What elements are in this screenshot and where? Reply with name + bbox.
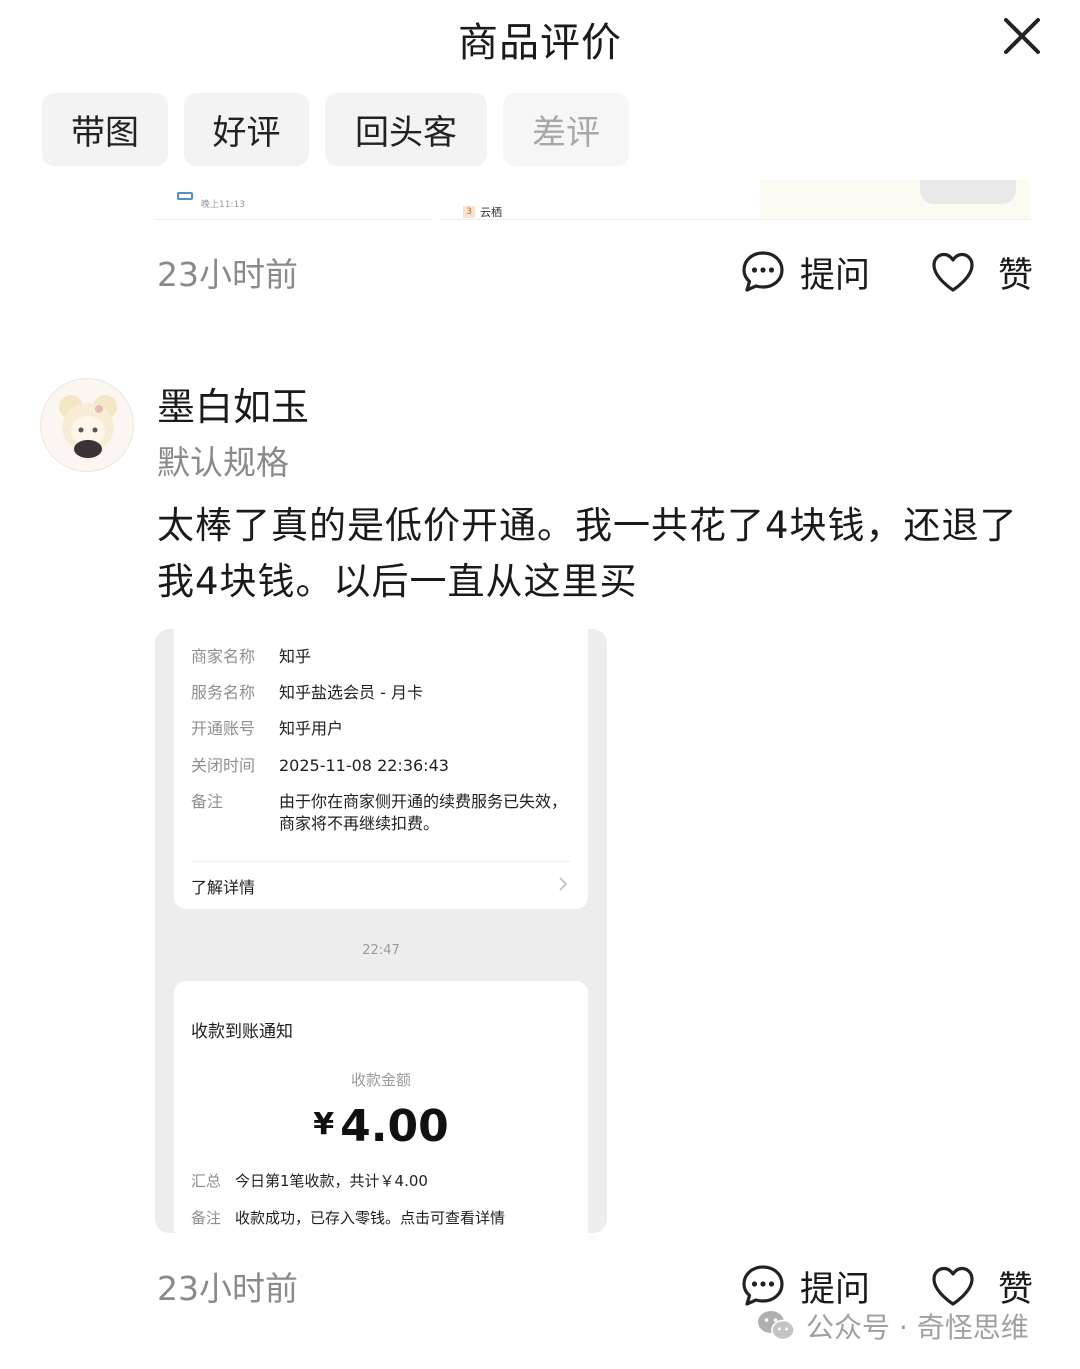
filter-chip-group: 带图 好评 回头客 差评 <box>42 93 629 166</box>
ask-label: 提问 <box>800 1269 871 1310</box>
review-time: 23小时前 <box>157 1269 298 1308</box>
info-key: 关闭时间 <box>191 756 256 775</box>
info-key: 汇总 <box>191 1172 222 1190</box>
ask-label: 提问 <box>800 255 871 296</box>
filter-chip-negative[interactable]: 差评 <box>503 93 629 166</box>
review-image[interactable]: 商家名称 知乎 服务名称 知乎盐选会员 - 月卡 开通账号 知乎用户 关闭时间 … <box>155 629 607 1233</box>
strip-text: 云栖 <box>480 206 502 219</box>
strip-text: 晚上11:13 <box>201 200 245 210</box>
info-value: 今日第1笔收款，共计￥4.00 <box>235 1172 428 1190</box>
question-bubble-icon <box>742 1265 784 1306</box>
wechat-icon <box>758 1311 795 1341</box>
page-title: 商品评价 <box>458 20 622 66</box>
watermark-text: 公众号 · 奇怪思维 <box>806 1311 1029 1344</box>
amount-label: 收款金额 <box>350 1071 411 1089</box>
divider <box>191 861 571 862</box>
message-timestamp: 22:47 <box>362 943 400 958</box>
info-value: 知乎用户 <box>279 719 344 738</box>
review-time: 23小时前 <box>157 255 298 294</box>
info-value: 收款成功，已存入零钱。点击可查看详情 <box>235 1209 506 1227</box>
payment-received-card: 收款到账通知 收款金额 ¥4.00 汇总 今日第1笔收款，共计￥4.00 备注 … <box>174 981 588 1233</box>
avatar[interactable] <box>40 378 134 472</box>
like-label: 赞 <box>998 1269 1034 1310</box>
info-key: 开通账号 <box>191 719 256 738</box>
info-key: 备注 <box>191 792 224 811</box>
app-glyph-icon <box>177 192 193 200</box>
heart-icon <box>932 1266 974 1306</box>
filter-chip-positive[interactable]: 好评 <box>184 93 309 166</box>
like-label: 赞 <box>998 255 1034 296</box>
like-button[interactable]: 赞 <box>930 242 1033 302</box>
filter-chip-with-images[interactable]: 带图 <box>42 93 168 166</box>
previous-review-image[interactable]: 晚上11:13 <box>155 180 433 220</box>
close-icon[interactable] <box>1000 14 1044 58</box>
previous-review-image-strip[interactable]: 晚上11:13 3 云栖 <box>155 180 1035 220</box>
amount-value: ¥4.00 <box>174 1101 588 1152</box>
amount-number: 4.00 <box>340 1101 449 1152</box>
reviewer-name[interactable]: 墨白如玉 <box>157 376 309 431</box>
previous-review-image[interactable] <box>760 180 1030 220</box>
service-closed-card: 商家名称 知乎 服务名称 知乎盐选会员 - 月卡 开通账号 知乎用户 关闭时间 … <box>174 629 588 909</box>
chevron-right-icon <box>559 877 568 891</box>
review-text: 太棒了真的是低价开通。我一共花了4块钱，还退了我4块钱。以后一直从这里买 <box>157 504 1018 603</box>
info-value: 知乎 <box>279 647 312 666</box>
info-value: 由于你在商家侧开通的续费服务已失效，商家将不再继续扣费。 <box>279 792 568 833</box>
heart-icon <box>932 252 974 292</box>
rank-badge: 3 <box>463 206 475 218</box>
card-title: 收款到账通知 <box>191 1022 293 1042</box>
currency-symbol: ¥ <box>313 1107 335 1142</box>
header-bar: 商品评价 <box>0 0 1080 75</box>
question-bubble-icon <box>742 251 784 292</box>
info-value: 知乎盐选会员 - 月卡 <box>279 683 423 702</box>
ask-button[interactable]: 提问 <box>740 242 870 302</box>
previous-review-image[interactable]: 3 云栖 <box>440 180 760 220</box>
anime-avatar-icon <box>59 395 117 458</box>
info-key: 备注 <box>191 1209 222 1227</box>
details-link: 了解详情 <box>191 878 256 897</box>
info-key: 商家名称 <box>191 647 256 666</box>
image-button-shape <box>920 180 1016 204</box>
watermark: 公众号 · 奇怪思维 <box>756 1306 1029 1346</box>
product-spec: 默认规格 <box>157 443 289 482</box>
filter-chip-returning[interactable]: 回头客 <box>325 93 487 166</box>
info-key: 服务名称 <box>191 683 256 702</box>
previous-review-actions: 23小时前 提问 赞 <box>0 242 1080 302</box>
info-value: 2025-11-08 22:36:43 <box>279 756 449 775</box>
